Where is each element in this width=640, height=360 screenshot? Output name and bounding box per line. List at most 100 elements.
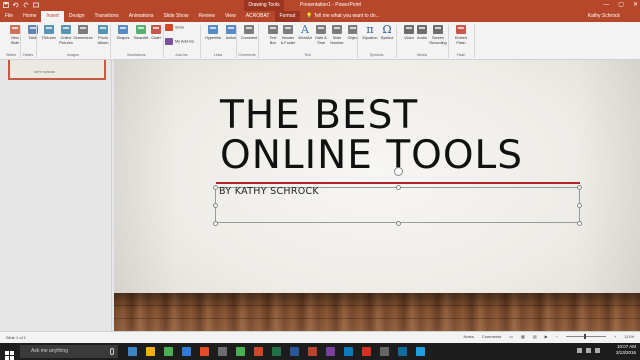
window-controls: — ▢ ✕ [603, 0, 638, 10]
maximize-button[interactable]: ▢ [618, 0, 624, 10]
screen-recording-button[interactable]: Screen Recording [427, 24, 449, 52]
resize-handle-top-right[interactable] [577, 185, 582, 190]
resize-handle-bottom[interactable] [396, 221, 401, 226]
tab-home[interactable]: Home [18, 11, 41, 22]
tab-file[interactable]: File [0, 11, 18, 22]
taskbar-app-icon[interactable] [324, 345, 337, 358]
save-icon[interactable] [3, 2, 9, 8]
chart-icon [150, 24, 162, 35]
title-bar: Drawing Tools Presentation1 - PowerPoint… [0, 0, 640, 11]
taskbar-app-icon[interactable] [414, 345, 427, 358]
store-icon [165, 24, 173, 31]
rotate-handle-icon[interactable] [394, 167, 403, 176]
zoom-slider[interactable] [566, 334, 607, 339]
taskbar-app-icon[interactable] [216, 345, 229, 358]
minimize-button[interactable]: — [603, 0, 609, 10]
resize-handle-bottom-right[interactable] [577, 221, 582, 226]
slide-sorter-icon[interactable]: ▦ [521, 334, 525, 339]
slide-thumbnail-1[interactable]: KATHY SCHROCK [8, 60, 106, 80]
symbol-label: Symbol [380, 36, 394, 40]
normal-view-icon[interactable]: ▭ [509, 334, 513, 339]
ribbon-group-label: Images [67, 53, 79, 57]
pictures-icon [43, 24, 55, 35]
taskbar-app-icon[interactable] [342, 345, 355, 358]
hyperlink-icon [207, 24, 219, 35]
taskbar-app-icon[interactable] [360, 345, 373, 358]
clock[interactable]: 10:07 AM 2/13/2016 [616, 344, 636, 356]
tell-me-search[interactable]: 💡 Tell me what you want to do... [306, 11, 379, 22]
comment-button[interactable]: Comment [238, 24, 260, 52]
tab-slide-show[interactable]: Slide Show [159, 11, 194, 22]
online-pictures-icon [60, 24, 72, 35]
slideshow-view-icon[interactable]: ▶ [545, 334, 548, 339]
network-icon[interactable] [577, 348, 582, 353]
start-from-beginning-icon[interactable] [33, 2, 39, 8]
taskbar-app-icon[interactable] [162, 345, 175, 358]
taskbar-app-icon[interactable] [234, 345, 247, 358]
taskbar-app-icon[interactable] [198, 345, 211, 358]
resize-handle-top-left[interactable] [213, 185, 218, 190]
zoom-level[interactable]: 111% [624, 334, 634, 339]
slide-thumbnail-pane: KATHY SCHROCK [0, 60, 112, 331]
microphone-icon[interactable] [110, 348, 114, 355]
taskbar-app-icon[interactable] [144, 345, 157, 358]
my-addins-icon [165, 38, 173, 45]
taskbar-app-icon[interactable] [306, 345, 319, 358]
store-button[interactable]: Store [165, 24, 201, 36]
audio-label: Audio [417, 36, 427, 40]
redo-icon[interactable] [23, 2, 29, 8]
cortana-search-box[interactable]: Ask me anything [20, 345, 118, 358]
ribbon-group-label: Text [304, 53, 311, 57]
tab-format[interactable]: Format [274, 11, 301, 22]
status-bar: Slide 1 of 1 Notes Comments ▭ ▦ ▤ ▶ − + … [0, 331, 640, 343]
taskbar-app-icon[interactable] [180, 345, 193, 358]
resize-handle-left[interactable] [213, 203, 218, 208]
tab-design[interactable]: Design [64, 11, 90, 22]
embed-flash-button[interactable]: Embed Flash [450, 24, 472, 52]
system-tray-icons [577, 348, 600, 353]
ribbon-group-label: Tables [22, 53, 34, 57]
taskbar-app-icon[interactable] [126, 345, 139, 358]
comments-button[interactable]: Comments [482, 334, 501, 339]
slide-counter: Slide 1 of 1 [6, 335, 27, 340]
tab-insert[interactable]: Insert [41, 11, 64, 22]
reading-view-icon[interactable]: ▤ [533, 334, 537, 339]
ribbon-group-label: Links [213, 53, 223, 57]
tab-animations[interactable]: Animations [124, 11, 159, 22]
slide-title[interactable]: THE BEST ONLINE TOOLS [220, 96, 580, 176]
ribbon-tabs: File Home Insert Design Transitions Anim… [0, 11, 640, 22]
my-addins-button[interactable]: My Add-ins [165, 38, 201, 50]
text-box-label: Text Box [269, 36, 277, 45]
taskbar-app-icon[interactable] [252, 345, 265, 358]
symbol-button[interactable]: Ω Symbol [376, 24, 398, 52]
resize-handle-top[interactable] [396, 185, 401, 190]
resize-handle-right[interactable] [577, 203, 582, 208]
comment-icon [243, 24, 255, 35]
undo-icon[interactable] [12, 2, 19, 8]
notes-button[interactable]: Notes [463, 334, 473, 339]
tab-transitions[interactable]: Transitions [90, 11, 124, 22]
close-button[interactable]: ✕ [633, 0, 638, 10]
taskbar-app-icon[interactable] [270, 345, 283, 358]
taskbar-app-icon[interactable] [378, 345, 391, 358]
photo-album-label: Photo Album [97, 36, 109, 45]
ribbon-group-label: Comments [238, 53, 256, 57]
taskbar-app-icon[interactable] [396, 345, 409, 358]
windows-start-icon[interactable] [5, 347, 14, 360]
hyperlink-label: Hyperlink [205, 36, 221, 40]
volume-icon[interactable] [586, 348, 591, 353]
tab-review[interactable]: Review [194, 11, 220, 22]
slide-subtitle[interactable]: BY KATHY SCHROCK [219, 186, 319, 197]
resize-handle-bottom-left[interactable] [213, 221, 218, 226]
zoom-out-button[interactable]: − [556, 334, 558, 339]
account-name[interactable]: Kathy Schrock [588, 11, 640, 22]
notifications-icon[interactable] [595, 348, 600, 353]
tab-view[interactable]: View [220, 11, 241, 22]
zoom-in-button[interactable]: + [614, 334, 616, 339]
pictures-label: Pictures [42, 36, 56, 40]
taskbar-app-icon[interactable] [288, 345, 301, 358]
tab-acrobat[interactable]: ACROBAT [241, 11, 275, 22]
screen-recording-icon [432, 24, 444, 35]
slide-canvas[interactable]: THE BEST ONLINE TOOLS BY KATHY SCHROCK [114, 60, 640, 331]
screenshot-button[interactable]: Screenshot [72, 24, 94, 52]
